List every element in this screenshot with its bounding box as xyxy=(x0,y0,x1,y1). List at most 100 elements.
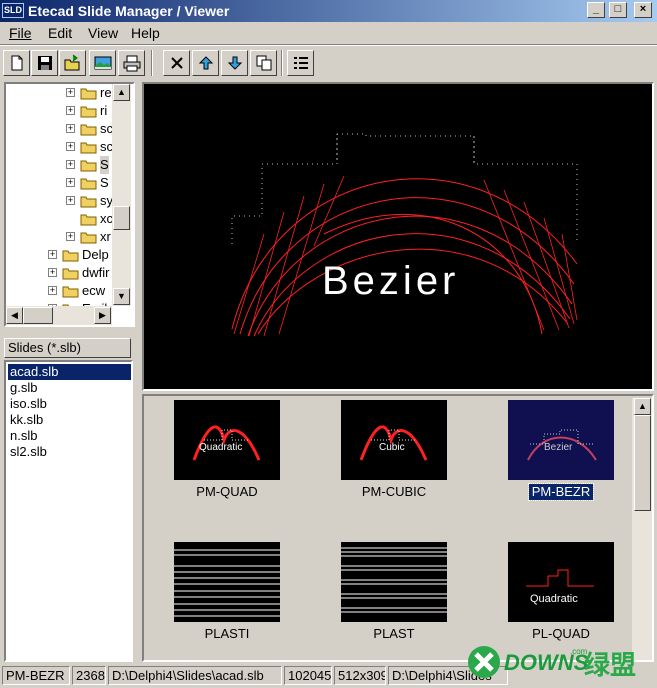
tree-item-label: dwfir xyxy=(82,265,110,280)
status-dimensions: 512x309 xyxy=(334,666,386,685)
expand-icon[interactable]: + xyxy=(66,88,75,97)
move-down-button[interactable] xyxy=(221,50,248,76)
picture-button[interactable] xyxy=(89,50,116,76)
status-library-size: 102045 xyxy=(284,666,332,685)
expand-icon[interactable]: + xyxy=(66,178,75,187)
minimize-button[interactable]: _ xyxy=(587,2,605,18)
tree-item-label: Delp xyxy=(82,247,109,262)
expand-icon[interactable]: + xyxy=(66,160,75,169)
tree-item[interactable]: + sy xyxy=(6,192,113,210)
scroll-thumb[interactable] xyxy=(113,206,130,230)
thumbnail-label[interactable]: PM-CUBIC xyxy=(341,484,447,500)
list-item[interactable]: kk.slb xyxy=(8,412,45,428)
expand-icon[interactable]: + xyxy=(48,286,57,295)
expand-icon[interactable]: + xyxy=(48,250,57,259)
delete-icon xyxy=(171,57,183,69)
move-up-button[interactable] xyxy=(192,50,219,76)
expand-icon[interactable]: + xyxy=(48,268,57,277)
tree-item[interactable]: + ri xyxy=(6,102,112,120)
tree-item[interactable]: + xr xyxy=(6,228,112,246)
tree-item[interactable]: + S xyxy=(6,174,112,192)
toolbar-separator xyxy=(151,50,153,76)
thumbnail-plast[interactable] xyxy=(341,542,447,622)
tree-item[interactable]: + re xyxy=(6,84,112,102)
folder-icon xyxy=(62,248,79,262)
menu-file[interactable]: File xyxy=(9,25,32,41)
tree-item-label: S xyxy=(100,175,109,190)
expand-icon[interactable]: + xyxy=(66,106,75,115)
title-bar[interactable]: SLD Etecad Slide Manager / Viewer _ □ × xyxy=(0,0,657,22)
list-item[interactable]: n.slb xyxy=(8,428,39,444)
slide-viewer[interactable]: Bezier xyxy=(142,82,654,391)
scroll-up-button[interactable]: ▲ xyxy=(113,84,130,101)
scroll-down-button[interactable]: ▼ xyxy=(113,288,130,305)
copy-button[interactable] xyxy=(250,50,277,76)
svg-text:Quadratic: Quadratic xyxy=(530,593,578,605)
expand-icon[interactable]: + xyxy=(66,196,75,205)
thumbnail-label[interactable]: PM-QUAD xyxy=(174,484,280,500)
slides-filter-combo[interactable]: Slides (*.slb) xyxy=(4,338,131,358)
list-item[interactable]: sl2.slb xyxy=(8,444,49,460)
print-button[interactable] xyxy=(118,50,145,76)
tree-item[interactable]: + dwfir xyxy=(6,264,112,282)
folder-tree[interactable]: +re+ri+sc+sc+S+S+syxc+xr+Delp+dwfir+ecw+… xyxy=(4,82,135,327)
menu-bar: File Edit View Help xyxy=(0,22,657,44)
close-button[interactable]: × xyxy=(634,2,652,18)
folder-icon xyxy=(80,194,97,208)
thumbnail-label[interactable]: PLAST xyxy=(341,626,447,642)
folder-icon xyxy=(80,122,97,136)
app-icon[interactable]: SLD xyxy=(2,3,24,18)
thumbnail-plasti[interactable] xyxy=(174,542,280,622)
tree-item[interactable]: xc xyxy=(6,210,113,228)
expand-icon[interactable]: + xyxy=(66,232,75,241)
list-item[interactable]: acad.slb xyxy=(8,364,131,380)
scroll-thumb[interactable] xyxy=(634,415,651,511)
move-down-icon xyxy=(227,56,243,70)
tree-item[interactable]: + sc xyxy=(6,138,113,156)
new-icon xyxy=(11,55,23,71)
tree-horizontal-scrollbar[interactable]: ◀ ▶ xyxy=(6,306,112,325)
thumbnail-pm-cubic[interactable]: Cubic xyxy=(341,400,447,480)
move-up-icon xyxy=(198,56,214,70)
menu-help[interactable]: Help xyxy=(131,25,160,41)
tree-item[interactable]: + ecw xyxy=(6,282,112,300)
tree-vertical-scrollbar[interactable]: ▲ ▼ xyxy=(112,84,131,306)
thumbnail-pm-bezr[interactable]: Bezier xyxy=(508,400,614,480)
maximize-button[interactable]: □ xyxy=(609,2,627,18)
save-button[interactable] xyxy=(31,50,58,76)
list-view-icon xyxy=(294,57,308,69)
viewer-caption: Bezier xyxy=(322,259,459,303)
thumbnail-pm-quad[interactable]: Quadratic xyxy=(174,400,280,480)
new-button[interactable] xyxy=(3,50,30,76)
thumbnail-label[interactable]: PLASTI xyxy=(174,626,280,642)
list-view-button[interactable] xyxy=(287,50,314,76)
expand-icon[interactable]: + xyxy=(66,124,75,133)
list-item[interactable]: g.slb xyxy=(8,380,39,396)
slides-list[interactable]: acad.slb g.slb iso.slb kk.slb n.slb sl2.… xyxy=(4,360,133,662)
expand-icon[interactable]: + xyxy=(66,142,75,151)
tree-item-label: xr xyxy=(100,229,111,244)
menu-separator xyxy=(0,44,657,46)
menu-edit[interactable]: Edit xyxy=(48,25,72,41)
folder-icon xyxy=(80,158,97,172)
thumbnail-gallery[interactable]: Quadratic PM-QUAD Cubic PM-CUBIC Bezier … xyxy=(142,394,654,662)
delete-button[interactable] xyxy=(163,50,190,76)
scroll-right-button[interactable]: ▶ xyxy=(94,307,111,324)
bezier-drawing: Bezier xyxy=(231,133,578,337)
tree-item[interactable]: + S xyxy=(6,156,112,174)
status-library-path: D:\Delphi4\Slides\acad.slb xyxy=(108,666,282,685)
tree-item[interactable]: + sc xyxy=(6,120,113,138)
list-item[interactable]: iso.slb xyxy=(8,396,49,412)
folder-icon xyxy=(80,86,97,100)
thumbnail-pl-quad[interactable]: Quadratic xyxy=(508,542,614,622)
thumbnail-label-selected[interactable]: PM-BEZR xyxy=(528,483,594,501)
scroll-left-button[interactable]: ◀ xyxy=(6,307,23,324)
tree-item-label: re xyxy=(100,85,112,100)
scroll-thumb[interactable] xyxy=(23,307,53,324)
tree-item[interactable]: + Delp xyxy=(6,246,112,264)
scroll-up-button[interactable]: ▲ xyxy=(634,398,651,415)
gallery-vertical-scrollbar[interactable]: ▲ xyxy=(632,398,652,660)
folder-icon xyxy=(62,266,79,280)
menu-view[interactable]: View xyxy=(88,25,118,41)
open-button[interactable] xyxy=(59,50,86,76)
